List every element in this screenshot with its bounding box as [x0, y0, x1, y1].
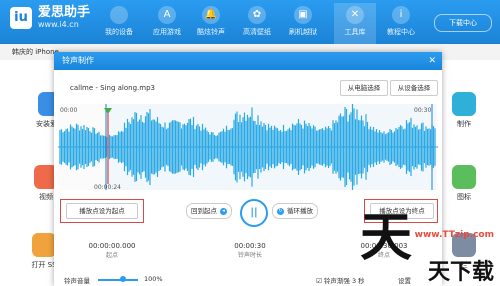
nav-toolbox[interactable]: ✕ 工具库 [334, 3, 376, 44]
volume-slider-track[interactable] [98, 279, 138, 281]
choose-from-device-button[interactable]: 从设备选择 [390, 80, 438, 96]
waveform-svg [58, 101, 438, 193]
icons-app-icon [452, 165, 476, 189]
app-store-icon: A [158, 6, 176, 24]
close-icon[interactable]: ✕ [428, 52, 436, 70]
tools-icon: ✕ [346, 6, 364, 24]
make-app-icon [452, 92, 476, 116]
choose-from-pc-button[interactable]: 从电脑选择 [340, 80, 388, 96]
pause-button[interactable]: || [240, 199, 268, 227]
watermark-text: 天下载 [427, 260, 494, 285]
nav-ringtones[interactable]: 🔔 酷炫铃声 [190, 6, 232, 37]
volume-label: 铃声音量 [64, 277, 90, 285]
volume-value: 100% [144, 275, 163, 283]
bell-icon: 🔔 [202, 6, 220, 24]
start-time-group: 00:00:00.000 起点 [72, 242, 152, 259]
loop-play-button[interactable]: ↻ 循环播放 [272, 203, 318, 219]
duration-group: 00:00:30 铃声时长 [210, 242, 290, 259]
top-navigation-bar: iu 爱思助手 www.i4.cn 我的设备 A 应用游戏 🔔 酷炫铃声 ✿ 高… [0, 0, 500, 44]
wallpaper-icon: ✿ [248, 6, 266, 24]
watermark-big-char: 天 [360, 208, 413, 268]
set-start-button[interactable]: 播放点设为起点 [66, 203, 138, 219]
dialog-titlebar: 铃声制作 ✕ [54, 52, 442, 70]
rewind-icon: ◂ [220, 207, 227, 215]
start-caption: 起点 [105, 252, 118, 259]
file-name: callme - Sing along.mp3 [70, 84, 155, 92]
nav-flash-jailbreak[interactable]: ▣ 刷机越狱 [282, 6, 324, 37]
loop-icon: ↻ [277, 207, 284, 215]
logo-url: www.i4.cn [38, 20, 79, 29]
logo-text: 爱思助手 [38, 5, 91, 20]
watermark-url: www.TTzip.com [414, 230, 494, 240]
back-to-start-button[interactable]: 回到起点 ◂ [186, 203, 232, 219]
nav-my-device[interactable]: 我的设备 [98, 6, 140, 37]
watermark: 天 www.TTzip.com 天下载 [360, 210, 494, 286]
waveform-area[interactable] [58, 101, 438, 193]
apple-icon [110, 6, 128, 24]
side-app-icons[interactable]: 图标 [444, 165, 484, 202]
playhead-time: 00:00:24 [94, 184, 121, 191]
time-start-top: 00:00 [60, 107, 78, 114]
nav-wallpapers[interactable]: ✿ 高清壁纸 [236, 6, 278, 37]
open-app-icon [32, 233, 56, 257]
fade-in-checkbox[interactable]: ☑ 铃声渐强 3 秒 [316, 275, 365, 285]
duration-value: 00:00:30 [234, 242, 266, 250]
nav-apps[interactable]: A 应用游戏 [146, 6, 188, 37]
duration-caption: 铃声时长 [237, 252, 262, 259]
nav-tutorials[interactable]: i 教程中心 [380, 6, 422, 37]
time-end-top: 00:30 [414, 107, 432, 114]
dialog-title: 铃声制作 [62, 56, 94, 65]
volume-slider-handle[interactable] [120, 276, 126, 282]
box-icon: ▣ [294, 6, 312, 24]
side-app-make[interactable]: 制作 [444, 92, 484, 129]
app-logo: iu 爱思助手 www.i4.cn [10, 6, 90, 29]
start-time-value[interactable]: 00:00:00.000 [72, 242, 152, 250]
logo-icon: iu [10, 6, 32, 29]
download-center-button[interactable]: 下载中心 [434, 14, 492, 32]
info-icon: i [392, 6, 410, 24]
